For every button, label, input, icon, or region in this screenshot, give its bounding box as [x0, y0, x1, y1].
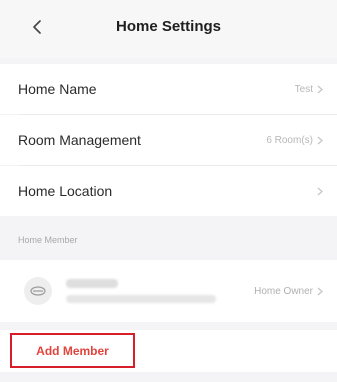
add-member-section: Add Member — [0, 330, 337, 372]
chevron-right-icon — [317, 187, 323, 195]
member-role: Home Owner — [254, 285, 313, 297]
member-role-group: Home Owner — [254, 286, 323, 297]
chevron-right-icon — [317, 85, 323, 93]
chevron-right-icon — [317, 287, 323, 295]
member-row[interactable]: Home Owner — [0, 260, 337, 322]
member-account-redacted — [66, 295, 216, 303]
home-name-label: Home Name — [18, 81, 97, 97]
add-member-button[interactable]: Add Member — [10, 333, 135, 368]
avatar — [24, 277, 52, 305]
home-name-value-group: Test — [295, 84, 323, 95]
room-count-value: 6 Room(s) — [266, 134, 313, 146]
home-name-row[interactable]: Home Name Test — [0, 64, 337, 114]
top-bar: Home Settings — [0, 0, 337, 58]
user-avatar-icon — [30, 286, 46, 296]
home-name-value: Test — [294, 83, 313, 95]
room-management-row[interactable]: Room Management 6 Room(s) — [0, 115, 337, 165]
member-info — [66, 279, 216, 303]
room-management-value-group: 6 Room(s) — [266, 135, 323, 146]
home-location-value-group — [313, 187, 323, 196]
home-location-row[interactable]: Home Location — [0, 166, 337, 216]
room-management-label: Room Management — [18, 132, 141, 148]
home-location-label: Home Location — [18, 183, 113, 199]
chevron-right-icon — [317, 136, 323, 144]
page-title: Home Settings — [115, 18, 221, 35]
member-name-redacted — [66, 279, 118, 288]
home-member-section-title: Home Member — [18, 235, 78, 245]
